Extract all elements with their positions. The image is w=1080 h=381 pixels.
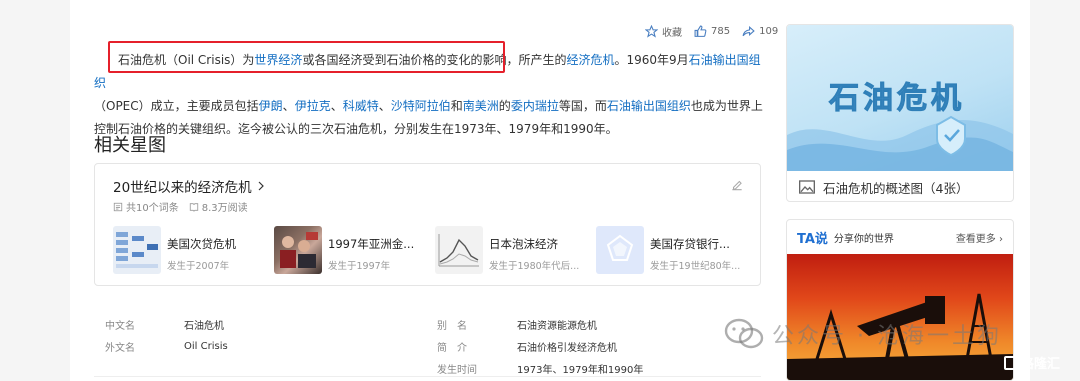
ta-card[interactable]: TA说 分享你的世界 查看更多 ›	[786, 219, 1014, 381]
album-caption-text: 石油危机的概述图（4张）	[823, 180, 969, 196]
item-sub: 发生于1997年	[328, 261, 391, 272]
link-iran[interactable]: 伊朗	[259, 99, 283, 113]
album-caption[interactable]: 石油危机的概述图（4张）	[787, 171, 1013, 201]
watermark-text: 公众号 · 沧海一土狗	[772, 324, 1002, 349]
read-count: 8.3万阅读	[201, 203, 248, 214]
item-name: 1997年亚洲金...	[328, 237, 415, 251]
link-economic-crisis[interactable]: 经济危机	[566, 53, 614, 67]
star-map-title[interactable]: 20世纪以来的经济危机	[113, 176, 267, 196]
summary-text: 、	[378, 99, 391, 113]
infobox-value: 石油危机	[184, 320, 224, 332]
summary-text: 。1960年9月	[614, 53, 689, 67]
like-button[interactable]: 785	[694, 25, 730, 38]
album-card[interactable]: 石油危机 石油危机的概述图（4张）	[786, 24, 1014, 202]
thumbnail	[274, 226, 322, 274]
list-item[interactable]: 美国次贷危机 发生于2007年	[113, 226, 274, 274]
ta-slogan: 分享你的世界	[833, 233, 894, 245]
infobox-row: 外文名 Oil Crisis 简 介 石油价格引发经济危机	[94, 336, 761, 356]
ta-header: TA说 分享你的世界 查看更多 ›	[787, 220, 1013, 254]
star-map-title-text: 20世纪以来的经济危机	[113, 180, 252, 196]
album-title: 石油危机	[829, 81, 965, 117]
brand-logo: 格隆汇	[1004, 353, 1060, 372]
infobox-label: 发生时间	[437, 364, 477, 376]
link-venezuela[interactable]: 委内瑞拉	[511, 99, 559, 113]
like-count: 785	[711, 26, 731, 37]
link-south-america[interactable]: 南美洲	[463, 99, 499, 113]
action-bar: 收藏 785 109	[645, 24, 790, 39]
summary-text: 和	[450, 99, 463, 113]
item-name: 美国存贷银行...	[650, 237, 730, 251]
image-icon	[799, 180, 815, 194]
section-title: 相关星图	[94, 135, 166, 156]
book-icon	[189, 202, 198, 212]
infobox-row: 发生时间 1973年、1979年和1990年	[94, 358, 761, 378]
list-item[interactable]: 美国存贷银行... 发生于19世纪80年...	[596, 226, 757, 274]
list-icon	[113, 202, 123, 211]
favorite-button[interactable]: 收藏	[645, 24, 682, 39]
share-count: 109	[759, 26, 779, 37]
summary-text: 的	[498, 99, 511, 113]
thumbnail	[113, 226, 161, 274]
share-icon	[742, 25, 755, 37]
share-button[interactable]: 109	[742, 25, 778, 38]
chevron-right-icon	[258, 181, 264, 191]
favorite-label: 收藏	[662, 28, 682, 39]
thumbs-up-icon	[694, 25, 707, 37]
item-sub: 发生于19世纪80年...	[650, 261, 741, 272]
wechat-icon	[724, 318, 764, 349]
infobox-label: 中文名	[105, 320, 135, 332]
highlight-box	[108, 41, 505, 73]
item-sub: 发生于2007年	[167, 261, 230, 272]
summary-text: 等国，而	[558, 99, 607, 113]
view-more-link[interactable]: 查看更多 ›	[956, 230, 1003, 245]
link-saudi-arabia[interactable]: 沙特阿拉伯	[391, 99, 451, 113]
list-item[interactable]: 1997年亚洲金... 发生于1997年	[274, 226, 435, 274]
infobox-label: 外文名	[105, 342, 135, 354]
divider	[94, 376, 761, 377]
infobox-value: 石油价格引发经济危机	[517, 342, 617, 354]
watermark: 公众号 · 沧海一土狗	[724, 318, 1002, 350]
item-name: 日本泡沫经济	[489, 237, 558, 251]
thumbnail	[435, 226, 483, 274]
summary-text: 、	[282, 99, 295, 113]
link-kuwait[interactable]: 科威特	[343, 99, 379, 113]
album-cover: 石油危机	[787, 25, 1013, 171]
star-map-items: 美国次贷危机 发生于2007年 1997年亚洲金... 发生于1997年 日本泡沫经…	[113, 226, 757, 274]
thumbnail	[596, 226, 644, 274]
star-map-meta: 共10个词条 8.3万阅读	[113, 199, 258, 214]
infobox-value: Oil Crisis	[184, 340, 228, 352]
summary-text: 、	[330, 99, 343, 113]
ta-logo: TA说	[797, 231, 828, 247]
infobox-label: 别 名	[437, 320, 467, 332]
list-item[interactable]: 日本泡沫经济发生于1980年代后...	[435, 226, 596, 274]
star-icon	[645, 25, 658, 38]
link-opec-2[interactable]: 石油输出国组织	[607, 99, 691, 113]
star-map-card[interactable]: 20世纪以来的经济危机 共10个词条 8.3万阅读 美国次贷危机 发生于2007年…	[94, 163, 761, 286]
entry-count: 共10个词条	[126, 203, 179, 214]
infobox-value: 石油资源能源危机	[517, 320, 597, 332]
item-name: 美国次贷危机	[167, 237, 236, 251]
edit-icon[interactable]	[730, 178, 744, 192]
item-sub: 发生于1980年代后...	[489, 261, 580, 272]
summary-text: （OPEC）成立，主要成员包括	[94, 99, 259, 113]
infobox-label: 简 介	[437, 342, 467, 354]
infobox-row: 中文名 石油危机 别 名 石油资源能源危机	[94, 314, 761, 334]
infobox-value: 1973年、1979年和1990年	[517, 364, 644, 376]
link-iraq[interactable]: 伊拉克	[295, 99, 331, 113]
